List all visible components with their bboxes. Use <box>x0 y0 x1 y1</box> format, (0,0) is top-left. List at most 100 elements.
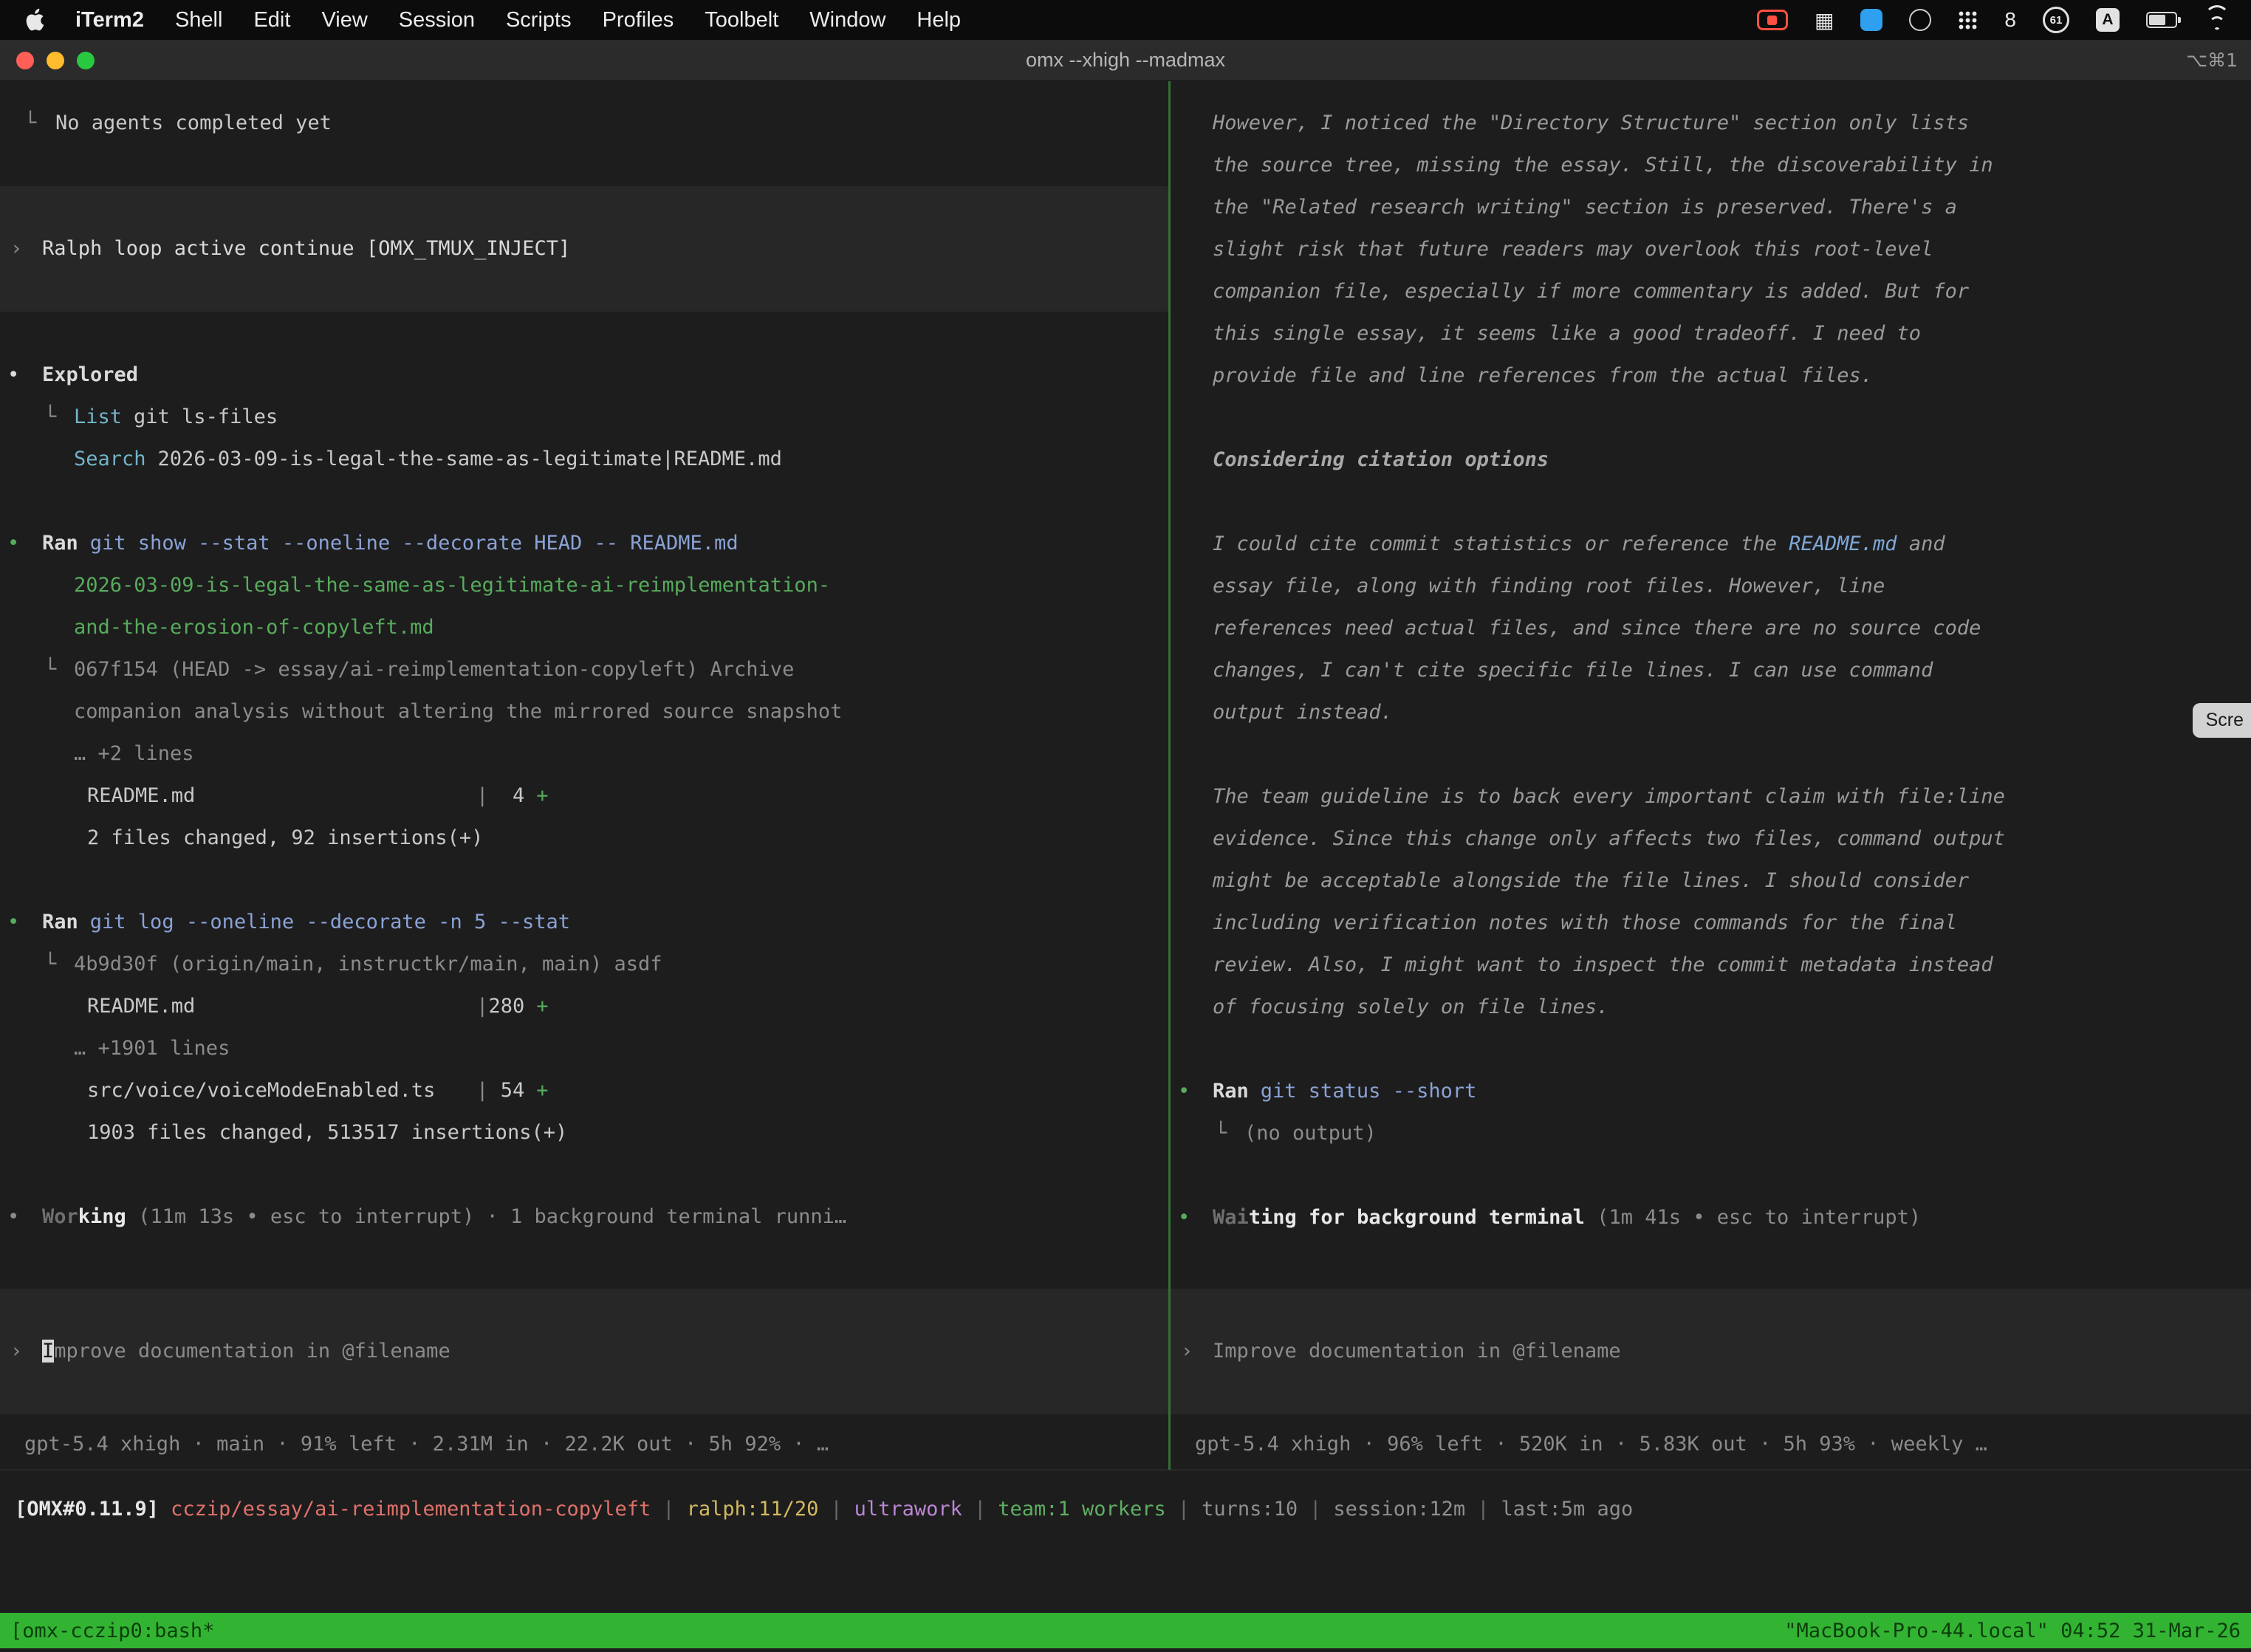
bullet-icon: • <box>7 1196 19 1238</box>
figure-icon[interactable]: 8 <box>2004 8 2016 32</box>
list-args: git ls-files <box>134 405 278 428</box>
thinking-text: and essay file, along with finding root … <box>1213 532 1993 724</box>
menu-scripts[interactable]: Scripts <box>506 8 572 32</box>
tree-branch: └ <box>44 943 56 985</box>
waiting-label-dim: Wai <box>1213 1206 1249 1229</box>
separator: | <box>1465 1498 1501 1521</box>
screen-recording-indicator-icon[interactable] <box>1757 10 1788 30</box>
input-source-icon[interactable]: A <box>2096 8 2120 32</box>
window-title-bar: omx --xhigh --madmax ⌥⌘1 <box>0 40 2251 81</box>
working-label-dim: Wor <box>42 1205 78 1228</box>
commit-text: 4b9d30f (origin/main, instructkr/main, m… <box>74 953 662 976</box>
blue-app-icon[interactable] <box>1860 9 1882 31</box>
search-verb: Search <box>74 448 146 470</box>
model-status-line: gpt-5.4 xhigh · 96% left · 520K in · 5.8… <box>1195 1423 2251 1465</box>
ran-git-show-line: •Rangit show --stat --oneline --decorate… <box>0 522 1168 564</box>
menu-shell[interactable]: Shell <box>175 8 223 32</box>
prompt-input-text: Improve documentation in @filename <box>0 1330 1168 1372</box>
left-input-area: ›Improve documentation in @filename gpt-… <box>0 1289 1168 1465</box>
commit-line: └067f154 (HEAD -> essay/ai-reimplementat… <box>0 648 868 733</box>
terminal: └No agents completed yet ›Ralph loop act… <box>0 81 2251 1648</box>
waiting-detail: (1m 41s • esc to interrupt) <box>1585 1206 1921 1229</box>
menu-iterm2[interactable]: iTerm2 <box>75 8 144 32</box>
list-verb: List <box>74 405 122 428</box>
window-shortcut-hint: ⌥⌘1 <box>2186 49 2238 71</box>
apple-logo-icon[interactable] <box>25 8 44 32</box>
menu-view[interactable]: View <box>321 8 367 32</box>
dark-app-icon[interactable] <box>1909 9 1931 31</box>
screen-edge-tab[interactable]: Scre <box>2193 703 2251 738</box>
tree-branch: └ <box>24 102 36 144</box>
hidden-lines-note: … +2 lines <box>0 733 1168 775</box>
readme-link[interactable]: README.md <box>1789 532 1897 555</box>
explored-list-line: └ List git ls-files <box>0 396 1168 438</box>
battery-nub <box>2178 17 2181 23</box>
prompt-input-text: Improve documentation in @filename <box>1171 1330 2251 1372</box>
inject-banner: ›Ralph loop active continue [OMX_TMUX_IN… <box>0 186 1168 312</box>
battery-icon[interactable] <box>2146 12 2177 28</box>
menu-status-icons: ▦ 8 61 A <box>1757 7 2230 33</box>
thinking-text: I could cite commit statistics or refere… <box>1213 532 1789 555</box>
stat-pipe: | <box>476 1079 488 1102</box>
menu-window[interactable]: Window <box>809 8 885 32</box>
prompt-input[interactable]: ›Improve documentation in @filename <box>1171 1289 2251 1414</box>
stat-count: 4 <box>488 775 524 817</box>
right-input-area: ›Improve documentation in @filename gpt-… <box>1171 1289 2251 1465</box>
dots-grid-icon[interactable] <box>1958 10 1978 30</box>
omx-status-bar: [OMX#0.11.9]cczip/essay/ai-reimplementat… <box>0 1470 2251 1540</box>
waiting-label-bright: ting for background terminal <box>1249 1206 1585 1229</box>
menu-toolbelt[interactable]: Toolbelt <box>705 8 778 32</box>
explored-title: Explored <box>42 363 138 386</box>
diff-stat-line: README.md|280+ <box>0 985 1168 1027</box>
search-args: 2026-03-09-is-legal-the-same-as-legitima… <box>158 448 782 470</box>
explored-header: • Explored <box>0 354 1168 396</box>
left-pane[interactable]: └ No agents completed yet ›Ralph loop act… <box>0 81 1168 1470</box>
thinking-paragraph: I could cite commit statistics or refere… <box>1213 523 2006 733</box>
omx-version: [OMX#0.11.9] <box>15 1498 159 1521</box>
stat-filename: README.md <box>87 775 476 817</box>
prompt-input[interactable]: ›Improve documentation in @filename <box>0 1289 1168 1414</box>
tmux-panes: └No agents completed yet ›Ralph loop act… <box>0 81 2251 1470</box>
tmux-status-bar: [omx-cczip0:bash* "MacBook-Pro-44.local"… <box>0 1613 2251 1648</box>
menu-help[interactable]: Help <box>916 8 961 32</box>
no-output-text: (no output) <box>1244 1122 1377 1145</box>
bullet-icon: • <box>1178 1196 1190 1238</box>
working-detail: (11m 13s • esc to interrupt) · 1 backgro… <box>126 1205 846 1228</box>
omx-session: session:12m <box>1333 1498 1465 1521</box>
diff-stat-line: src/voice/voiceModeEnabled.ts|54+ <box>0 1069 1168 1111</box>
ran-git-status-line: •Rangit status --short <box>1171 1070 2251 1112</box>
menu-profiles[interactable]: Profiles <box>603 8 674 32</box>
tmux-host-clock: "MacBook-Pro-44.local" 04:52 31-Mar-26 <box>1784 1610 2241 1652</box>
stat-count: 280 <box>488 985 524 1027</box>
input-text-rest: mprove documentation in @filename <box>54 1340 450 1363</box>
ran-verb: Ran <box>42 532 78 555</box>
menu-edit[interactable]: Edit <box>253 8 290 32</box>
wifi-icon[interactable] <box>2204 10 2230 30</box>
waiting-status-line: • Waiting for background terminal (1m 41s… <box>1171 1196 2251 1238</box>
omx-ralph-counter: ralph:11/20 <box>687 1498 819 1521</box>
agents-note-text: No agents completed yet <box>55 112 332 134</box>
separator: | <box>1166 1498 1202 1521</box>
tree-branch: └ <box>44 396 56 438</box>
omx-last: last:5m ago <box>1501 1498 1633 1521</box>
battery-fill <box>2149 15 2165 25</box>
working-status-line: • Working (11m 13s • esc to interrupt) · … <box>0 1196 1168 1238</box>
commit-text: 067f154 (HEAD -> essay/ai-reimplementati… <box>74 658 842 723</box>
commit-line: └ 4b9d30f (origin/main, instructkr/main, … <box>0 943 868 985</box>
hidden-lines-note: … +1901 lines <box>0 1027 1168 1069</box>
grid-icon[interactable]: ▦ <box>1815 8 1834 32</box>
right-pane[interactable]: However, I noticed the "Directory Struct… <box>1171 81 2251 1470</box>
prompt-chevron: › <box>1181 1330 1193 1372</box>
battery-gauge-icon[interactable]: 61 <box>2043 7 2069 33</box>
menu-session[interactable]: Session <box>399 8 475 32</box>
model-status-line: gpt-5.4 xhigh · main · 91% left · 2.31M … <box>24 1423 1168 1465</box>
prompt-chevron: › <box>10 227 22 270</box>
git-status-command: git status --short <box>1261 1080 1477 1103</box>
stat-pipe: | <box>476 784 488 807</box>
inject-banner-text: Ralph loop active continue [OMX_TMUX_INJ… <box>0 227 1168 270</box>
bullet-icon: • <box>7 901 19 943</box>
stat-plus: + <box>536 784 548 807</box>
working-label-bright: king <box>78 1205 126 1228</box>
bullet-icon: • <box>7 354 19 396</box>
essay-filename-line2: and-the-erosion-of-copyleft.md <box>0 606 1168 648</box>
